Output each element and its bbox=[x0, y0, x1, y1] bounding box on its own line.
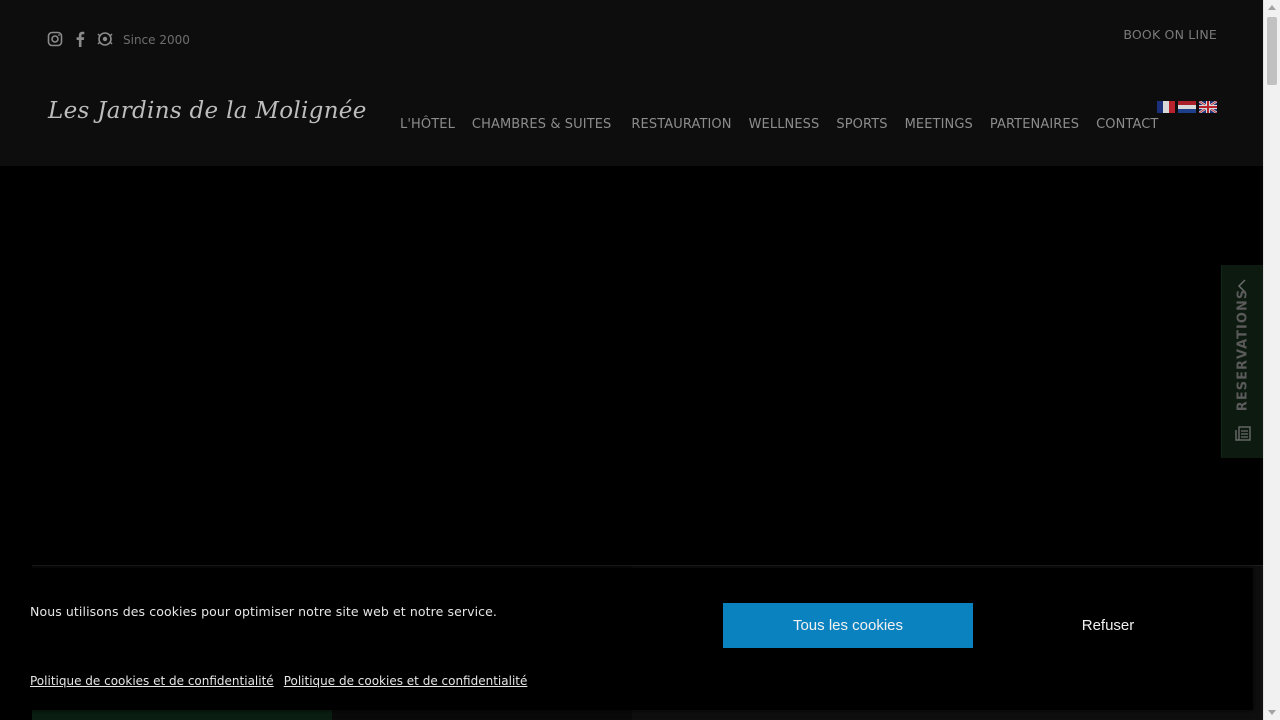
since-text: Since 2000 bbox=[123, 33, 190, 47]
nav-item-contact[interactable]: CONTACT bbox=[1096, 117, 1158, 132]
scroll-thumb[interactable] bbox=[1267, 17, 1277, 85]
reservations-tab[interactable]: RESERVATIONS bbox=[1221, 265, 1263, 458]
nav-item-chambres-suites[interactable]: CHAMBRES & SUITES bbox=[472, 117, 612, 132]
book-online-link[interactable]: BOOK ON LINE bbox=[1123, 27, 1217, 42]
en-flag-icon[interactable] bbox=[1199, 101, 1217, 113]
language-switcher bbox=[1157, 101, 1220, 113]
instagram-icon[interactable] bbox=[46, 30, 64, 48]
main-nav: L'HÔTEL CHAMBRES & SUITES RESTAURATION W… bbox=[400, 117, 1175, 132]
nl-flag-icon[interactable] bbox=[1178, 101, 1196, 113]
accept-all-cookies-button[interactable]: Tous les cookies bbox=[723, 603, 973, 648]
nav-item-sports[interactable]: SPORTS bbox=[836, 117, 887, 132]
cookie-policy-link[interactable]: Politique de cookies et de confidentiali… bbox=[30, 674, 274, 688]
cookie-links: Politique de cookies et de confidentiali… bbox=[30, 674, 537, 688]
refuse-cookies-button[interactable]: Refuser bbox=[983, 603, 1233, 648]
scroll-down-icon[interactable] bbox=[1268, 710, 1276, 715]
privacy-policy-link[interactable]: Politique de cookies et de confidentiali… bbox=[284, 674, 528, 688]
booking-icon bbox=[1235, 426, 1251, 441]
site-header: Since 2000 BOOK ON LINE Les Jardins de l… bbox=[0, 0, 1263, 166]
nav-item-hotel[interactable]: L'HÔTEL bbox=[400, 117, 455, 132]
nav-item-partenaires[interactable]: PARTENAIRES bbox=[990, 117, 1079, 132]
fr-flag-icon[interactable] bbox=[1157, 101, 1175, 113]
nav-item-meetings[interactable]: MEETINGS bbox=[905, 117, 973, 132]
cookie-message: Nous utilisons des cookies pour optimise… bbox=[30, 604, 498, 619]
nav-item-wellness[interactable]: WELLNESS bbox=[749, 117, 820, 132]
nav-item-restauration[interactable]: RESTAURATION bbox=[631, 117, 731, 132]
facebook-icon[interactable] bbox=[71, 30, 89, 48]
social-links: Since 2000 bbox=[46, 28, 190, 49]
reservations-label: RESERVATIONS bbox=[1235, 288, 1251, 412]
tripadvisor-icon[interactable] bbox=[96, 30, 114, 48]
cookie-banner: Nous utilisons des cookies pour optimise… bbox=[10, 568, 1253, 710]
site-logo[interactable]: Les Jardins de la Molignée bbox=[48, 98, 367, 124]
page-scrollbar[interactable] bbox=[1263, 0, 1280, 720]
scroll-up-icon[interactable] bbox=[1268, 5, 1276, 10]
